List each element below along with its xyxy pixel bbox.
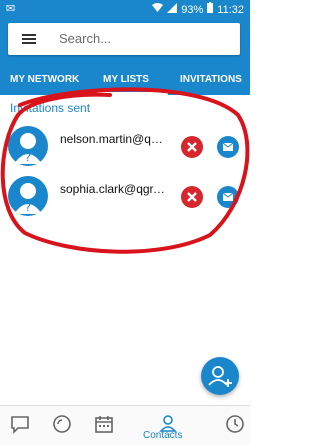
search-input[interactable]: Search... [59,31,111,46]
search-bar[interactable]: Search... [8,23,240,55]
battery-icon [207,2,214,17]
status-right: 93% 11:32 [152,2,244,17]
clock: 11:32 [217,3,244,16]
add-contact-button[interactable] [201,357,239,395]
tab-my-network[interactable]: MY NETWORK [10,74,79,85]
nav-calendar-icon[interactable] [84,406,124,445]
wifi-icon [152,2,164,17]
battery-percent: 93% [181,3,204,16]
app-bar: Search... [0,18,250,70]
nav-activity-icon[interactable] [42,406,82,445]
signal-icon [167,2,178,17]
tab-my-lists[interactable]: MY LISTS [103,74,149,85]
tab-invitations[interactable]: INVITATIONS [180,74,242,85]
nav-history-icon[interactable] [215,406,255,445]
mail-icon: ✉ [6,3,16,15]
bottom-navigation: Contacts [0,405,250,445]
annotation-circle [0,87,250,254]
menu-icon[interactable] [22,34,36,44]
nav-contacts-label[interactable]: Contacts [143,430,182,441]
nav-messages-icon[interactable] [0,406,40,445]
status-bar: ✉ 93% 11:32 [0,0,250,18]
